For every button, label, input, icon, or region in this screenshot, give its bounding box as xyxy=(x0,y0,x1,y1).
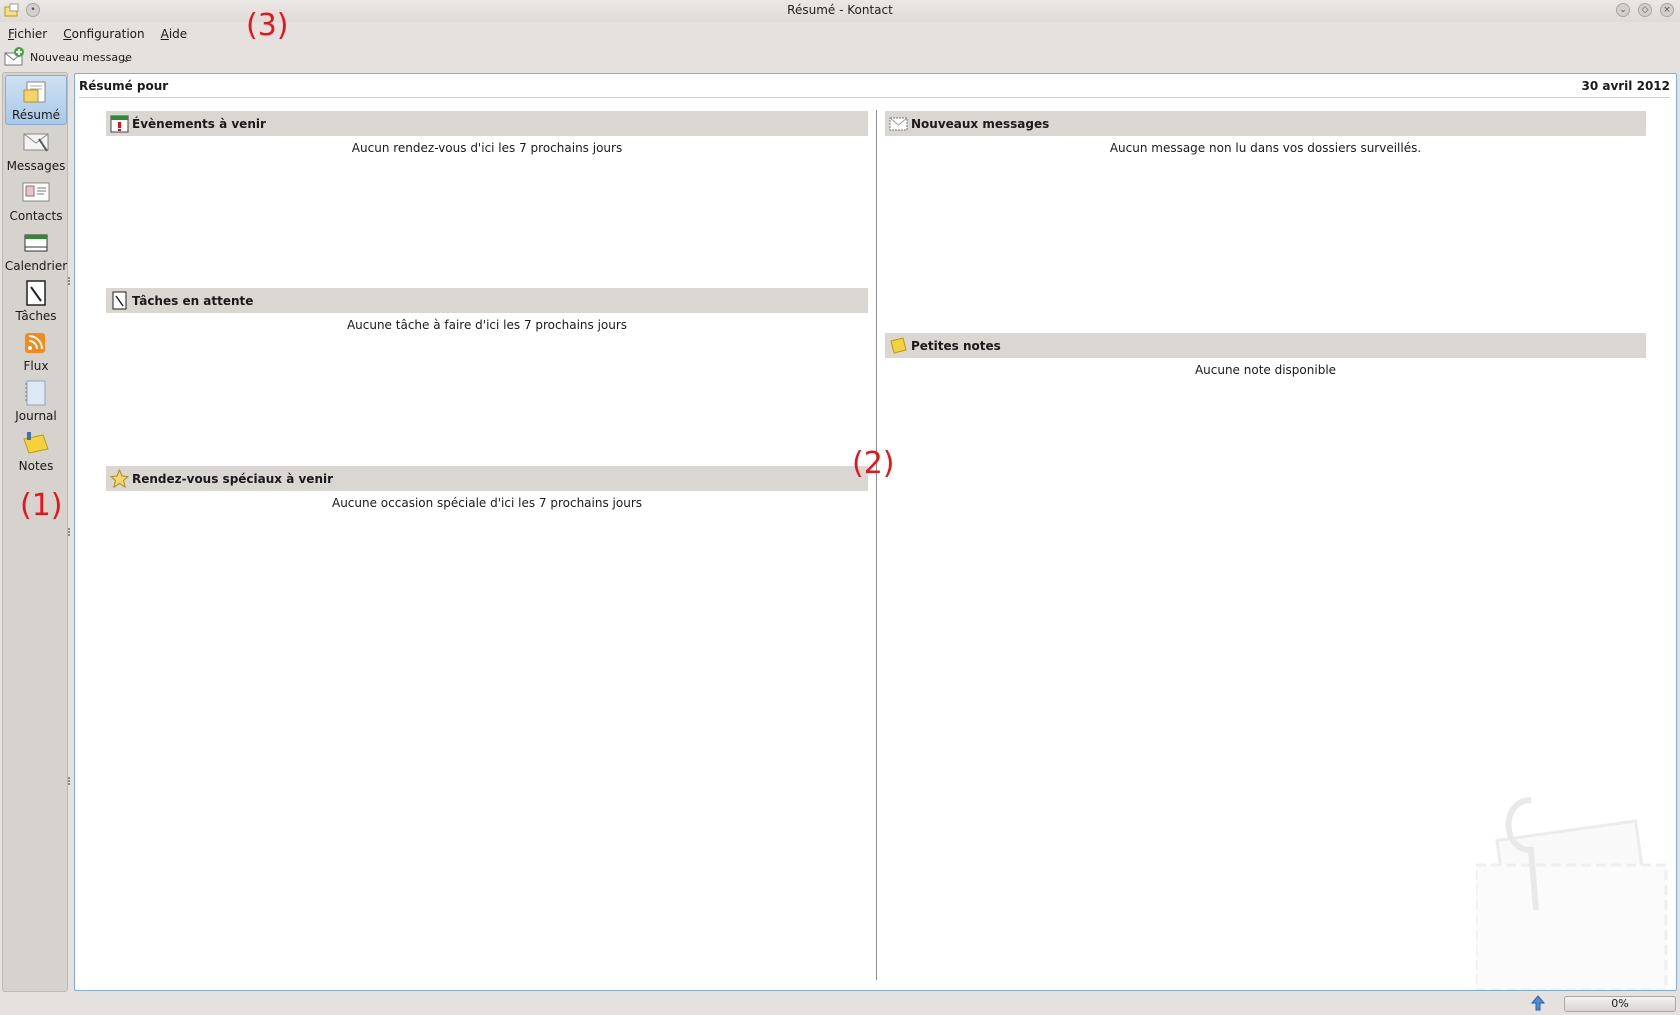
sidebar-item-calendrier[interactable]: Calendrier xyxy=(5,225,67,275)
sidebar-item-contacts[interactable]: Contacts xyxy=(5,175,67,225)
sidebar: Résumé Messages Contacts Calendrier Tâch… xyxy=(2,72,68,992)
new-messages-message: Aucun message non lu dans vos dossiers s… xyxy=(1109,141,1422,155)
toolbar: Nouveau message xyxy=(0,44,132,70)
sidebar-item-label: Flux xyxy=(23,359,49,373)
events-message: Aucun rendez-vous d'ici les 7 prochains … xyxy=(351,141,623,155)
notes-title: Petites notes xyxy=(911,338,1001,353)
sidebar-item-label: Calendrier xyxy=(4,259,68,273)
maximize-icon[interactable]: ◇ xyxy=(1638,3,1652,17)
notes-icon xyxy=(23,432,49,454)
sidebar-item-label: Messages xyxy=(6,159,66,173)
menu-aide[interactable]: Aide xyxy=(161,27,188,41)
summary-date: 30 avril 2012 xyxy=(1581,79,1670,93)
splitter-handle[interactable] xyxy=(68,777,70,785)
new-message-button[interactable]: Nouveau message xyxy=(4,46,132,68)
feed-icon xyxy=(25,333,45,353)
special-dates-section: Rendez-vous spéciaux à venir Aucune occa… xyxy=(106,466,868,510)
close-icon[interactable]: × xyxy=(1660,3,1674,17)
annotation-3: (3) xyxy=(246,8,289,43)
kontact-watermark-icon xyxy=(1476,797,1668,990)
sidebar-item-taches[interactable]: Tâches xyxy=(5,275,67,325)
annotation-1: (1) xyxy=(20,488,63,523)
tasks-title: Tâches en attente xyxy=(132,293,254,308)
tasks-icon xyxy=(26,280,46,306)
mail-icon xyxy=(23,133,49,152)
notes-message: Aucune note disponible xyxy=(1194,363,1337,377)
events-section: Évènements à venir Aucun rendez-vous d'i… xyxy=(106,111,868,155)
column-divider xyxy=(876,110,877,980)
special-dates-message: Aucune occasion spéciale d'ici les 7 pro… xyxy=(331,496,642,510)
star-icon xyxy=(110,469,129,488)
minimize-icon[interactable]: ⌄ xyxy=(1616,3,1630,17)
calendar-alert-icon xyxy=(110,115,129,133)
menu-fichier[interactable]: Fichier xyxy=(8,27,47,41)
sidebar-item-flux[interactable]: Flux xyxy=(5,325,67,375)
sidebar-item-journal[interactable]: Journal xyxy=(5,375,67,425)
sidebar-item-label: Résumé xyxy=(11,108,61,122)
summary-panel: Résumé pour 30 avril 2012 Évènements à v… xyxy=(74,73,1677,991)
progress-bar: 0% xyxy=(1564,996,1676,1012)
tasks-header[interactable]: Tâches en attente xyxy=(106,288,868,313)
new-messages-header[interactable]: Nouveaux messages xyxy=(885,111,1646,136)
events-header[interactable]: Évènements à venir xyxy=(106,111,868,136)
splitter-handle[interactable] xyxy=(68,277,70,285)
journal-icon xyxy=(25,380,46,406)
contacts-icon xyxy=(22,182,50,202)
sidebar-item-label: Contacts xyxy=(9,209,63,223)
sidebar-item-label: Journal xyxy=(15,409,57,423)
notes-section: Petites notes Aucune note disponible xyxy=(885,333,1646,377)
calendar-icon xyxy=(24,234,48,252)
tasks-message: Aucune tâche à faire d'ici les 7 prochai… xyxy=(346,318,628,332)
splitter-handle[interactable] xyxy=(68,528,70,536)
special-dates-header[interactable]: Rendez-vous spéciaux à venir xyxy=(106,466,868,491)
status-bar xyxy=(0,992,1680,1015)
sidebar-item-resume[interactable]: Résumé xyxy=(5,75,67,125)
events-title: Évènements à venir xyxy=(132,116,266,131)
new-messages-section: Nouveaux messages Aucun message non lu d… xyxy=(885,111,1646,155)
notes-header[interactable]: Petites notes xyxy=(885,333,1646,358)
new-messages-title: Nouveaux messages xyxy=(911,116,1050,131)
sticky-note-icon xyxy=(890,337,907,354)
new-message-icon xyxy=(4,47,24,66)
annotation-2: (2) xyxy=(852,446,895,481)
menu-configuration[interactable]: Configuration xyxy=(63,27,144,41)
new-message-dropdown-icon[interactable]: ⌄ xyxy=(122,54,130,65)
sidebar-item-notes[interactable]: Notes xyxy=(5,425,67,475)
up-arrow-icon[interactable] xyxy=(1530,995,1546,1011)
tasks-section: Tâches en attente Aucune tâche à faire d… xyxy=(106,288,868,332)
summary-header: Résumé pour 30 avril 2012 xyxy=(79,78,1670,98)
envelope-icon xyxy=(889,117,908,131)
sidebar-item-messages[interactable]: Messages xyxy=(5,125,67,175)
tasks-icon xyxy=(112,291,127,310)
summary-heading: Résumé pour xyxy=(79,79,169,93)
special-dates-title: Rendez-vous spéciaux à venir xyxy=(132,471,334,486)
new-message-label: Nouveau message xyxy=(30,50,132,64)
summary-icon xyxy=(23,81,46,103)
sidebar-item-label: Tâches xyxy=(15,309,57,323)
sidebar-item-label: Notes xyxy=(18,459,54,473)
